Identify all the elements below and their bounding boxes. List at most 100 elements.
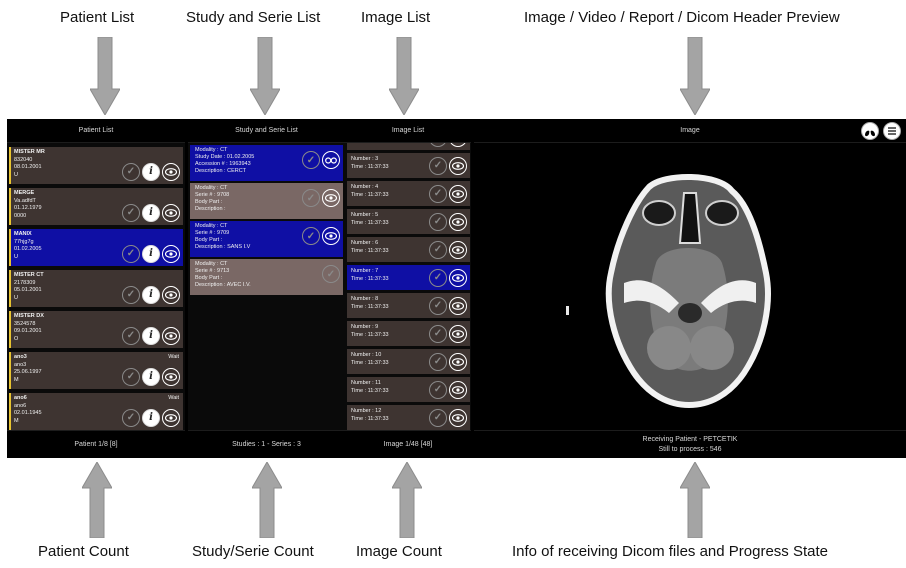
- checkmark-icon[interactable]: ✓: [322, 265, 340, 283]
- eye-icon[interactable]: [322, 227, 340, 245]
- eye-icon[interactable]: [449, 381, 467, 399]
- info-icon[interactable]: i: [142, 204, 160, 222]
- serie-description: Description :: [195, 206, 226, 212]
- info-icon[interactable]: i: [142, 368, 160, 386]
- image-item-selected[interactable]: Number : 7 Time : 11:37:33 ✓: [347, 265, 470, 290]
- checkmark-icon[interactable]: ✓: [122, 286, 140, 304]
- arrow-down-icon: [250, 37, 280, 115]
- image-item[interactable]: Number : 8 Time : 11:37:33 ✓: [347, 293, 470, 318]
- serie-item-selected[interactable]: Modality : CT Serie # : 9709 Body Part :…: [190, 221, 343, 257]
- info-icon[interactable]: i: [142, 409, 160, 427]
- patient-list-header: Patient List: [7, 119, 185, 143]
- info-icon[interactable]: i: [142, 245, 160, 263]
- serie-description: Description : AVEC I.V.: [195, 282, 251, 288]
- checkmark-icon[interactable]: ✓: [302, 189, 320, 207]
- arrow-up-icon: [82, 462, 112, 538]
- checkmark-icon[interactable]: ✓: [122, 327, 140, 345]
- checkmark-icon[interactable]: ✓: [302, 227, 320, 245]
- serie-number: Serie # : 9713: [195, 268, 230, 274]
- checkmark-icon[interactable]: ✓: [429, 381, 447, 399]
- info-icon[interactable]: i: [142, 286, 160, 304]
- annotation-study-serie-count: Study/Serie Count: [192, 543, 314, 560]
- info-icon[interactable]: i: [142, 163, 160, 181]
- image-preview-viewport[interactable]: [474, 143, 906, 430]
- patient-list-body[interactable]: MISTER MR 832040 08.01.2001 U ✓ i MERGE …: [7, 143, 185, 430]
- patient-name: MISTER DX: [14, 313, 44, 319]
- serie-modality: Modality : CT: [195, 261, 228, 267]
- serie-item[interactable]: Modality : CT Serie # : 9713 Body Part :…: [190, 259, 343, 295]
- eye-icon[interactable]: [449, 185, 467, 203]
- eye-icon[interactable]: [449, 297, 467, 315]
- patient-item[interactable]: MISTER DX 3524578 09.01.2001 O ✓ i: [9, 311, 183, 348]
- eye-icon[interactable]: [449, 325, 467, 343]
- eye-icon[interactable]: [162, 286, 180, 304]
- eye-icon[interactable]: [162, 409, 180, 427]
- checkmark-icon[interactable]: ✓: [429, 409, 447, 427]
- patient-name: MISTER MR: [14, 149, 45, 155]
- checkmark-icon[interactable]: ✓: [122, 368, 140, 386]
- ct-scan-image[interactable]: [474, 143, 906, 430]
- binoculars-icon[interactable]: [322, 151, 340, 169]
- image-item-partial[interactable]: ✓: [347, 143, 470, 150]
- arrow-down-icon: [90, 37, 120, 115]
- info-icon[interactable]: i: [142, 327, 160, 345]
- lungs-icon[interactable]: [861, 122, 879, 140]
- eye-icon[interactable]: [162, 245, 180, 263]
- image-item[interactable]: Number : 6 Time : 11:37:33 ✓: [347, 237, 470, 262]
- checkmark-icon[interactable]: ✓: [122, 163, 140, 181]
- image-item[interactable]: Number : 4 Time : 11:37:33 ✓: [347, 181, 470, 206]
- patient-name: MISTER CT: [14, 272, 44, 278]
- eye-icon[interactable]: [449, 213, 467, 231]
- image-item[interactable]: Number : 3 Time : 11:37:33 ✓: [347, 153, 470, 178]
- annotation-patient-list: Patient List: [60, 9, 135, 26]
- image-preview-header: Image: [474, 119, 906, 143]
- checkmark-icon[interactable]: ✓: [302, 151, 320, 169]
- checkmark-icon[interactable]: ✓: [429, 325, 447, 343]
- checkmark-icon[interactable]: ✓: [429, 157, 447, 175]
- checkmark-icon[interactable]: ✓: [429, 353, 447, 371]
- patient-item[interactable]: MISTER MR 832040 08.01.2001 U ✓ i: [9, 147, 183, 184]
- checkmark-icon[interactable]: ✓: [122, 409, 140, 427]
- eye-icon[interactable]: [449, 353, 467, 371]
- checkmark-icon[interactable]: ✓: [122, 245, 140, 263]
- image-item[interactable]: Number : 12 Time : 11:37:33 ✓: [347, 405, 470, 430]
- image-item[interactable]: Number : 10 Time : 11:37:33 ✓: [347, 349, 470, 374]
- image-list-body[interactable]: ✓ Number : 3 Time : 11:37:33 ✓ Number : …: [345, 143, 471, 430]
- checkmark-icon[interactable]: ✓: [429, 241, 447, 259]
- eye-icon[interactable]: [449, 269, 467, 287]
- study-item[interactable]: Modality : CT Study Date : 01.02.2005 Ac…: [190, 145, 343, 181]
- patient-item[interactable]: MISTER CT 2178309 05.01.2001 U ✓ i: [9, 270, 183, 307]
- eye-icon[interactable]: [162, 327, 180, 345]
- patient-item[interactable]: ano6 Wait ano6 02.01.1945 M ✓ i: [9, 393, 183, 430]
- eye-icon[interactable]: [162, 163, 180, 181]
- annotation-receiving-info: Info of receiving Dicom files and Progre…: [512, 543, 828, 560]
- checkmark-icon[interactable]: ✓: [429, 297, 447, 315]
- eye-icon[interactable]: [449, 241, 467, 259]
- image-item[interactable]: Number : 5 Time : 11:37:33 ✓: [347, 209, 470, 234]
- image-item[interactable]: Number : 9 Time : 11:37:33 ✓: [347, 321, 470, 346]
- study-serie-list-body[interactable]: Modality : CT Study Date : 01.02.2005 Ac…: [188, 143, 345, 430]
- eye-icon[interactable]: [449, 157, 467, 175]
- eye-icon[interactable]: [322, 189, 340, 207]
- image-item[interactable]: Number : 11 Time : 11:37:33 ✓: [347, 377, 470, 402]
- checkmark-icon[interactable]: ✓: [429, 143, 447, 147]
- checkmark-icon[interactable]: ✓: [429, 185, 447, 203]
- annotation-study-serie-list: Study and Serie List: [186, 9, 321, 26]
- serie-item[interactable]: Modality : CT Serie # : 9708 Body Part :…: [190, 183, 343, 219]
- eye-icon[interactable]: [449, 143, 467, 147]
- checkmark-icon[interactable]: ✓: [122, 204, 140, 222]
- eye-icon[interactable]: [162, 204, 180, 222]
- checkmark-icon[interactable]: ✓: [429, 213, 447, 231]
- image-list-panel: Image List ✓ Number : 3 Time : 11:37:33 …: [345, 119, 471, 458]
- patient-name: ano3: [14, 354, 27, 360]
- eye-icon[interactable]: [449, 409, 467, 427]
- report-icon[interactable]: [883, 122, 901, 140]
- patient-status: Wait: [168, 354, 179, 360]
- eye-icon[interactable]: [162, 368, 180, 386]
- checkmark-icon[interactable]: ✓: [429, 269, 447, 287]
- patient-item-selected[interactable]: MANIX 77hjg7g 01.02.2005 U ✓ i: [9, 229, 183, 266]
- study-serie-list-panel: Study and Serie List Modality : CT Study…: [188, 119, 345, 458]
- patient-item[interactable]: ano3 Wait ano3 25.06.1997 M ✓ i: [9, 352, 183, 389]
- patient-item[interactable]: MERGE Va.adfdT 01.12.1979 0000 ✓ i: [9, 188, 183, 225]
- image-preview-panel: Image Receiving Patient - PETCETIK Still…: [474, 119, 906, 458]
